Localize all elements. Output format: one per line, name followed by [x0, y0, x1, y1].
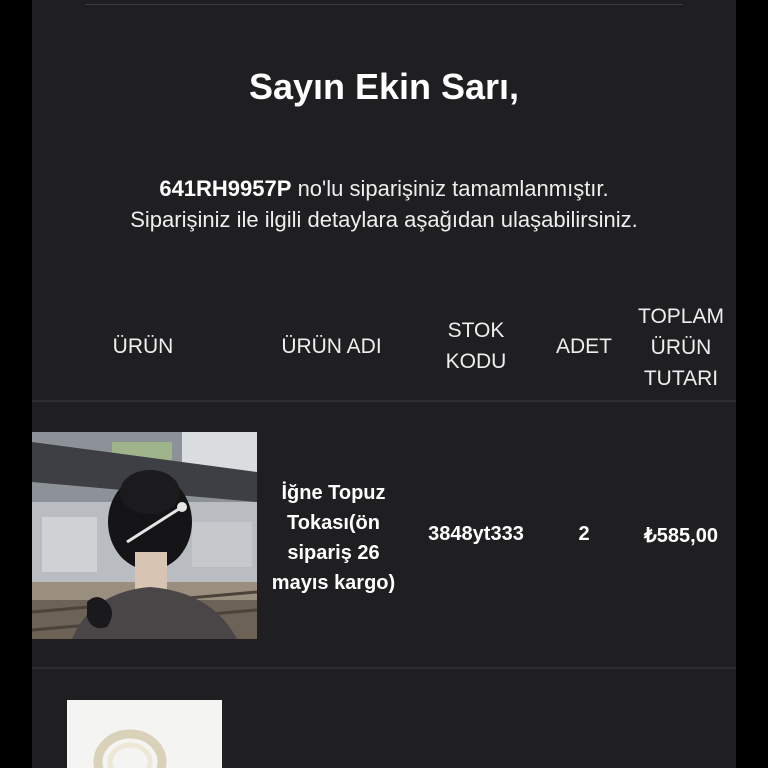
header-toplam-line-2: ÜRÜN — [650, 336, 712, 359]
order-message-line-2: Siparişiniz ile ilgili detaylara aşağıda… — [130, 207, 638, 232]
email-page: Sayın Ekin Sarı, 641RH9957P no'lu sipari… — [0, 0, 768, 768]
header-urun: ÜRÜN — [112, 335, 174, 358]
header-stok-kodu-line-1: STOK — [447, 319, 505, 342]
header-stok-kodu-line-2: KODU — [445, 350, 507, 373]
order-message-line-1: 641RH9957P no'lu siparişiniz tamamlanmış… — [32, 173, 736, 204]
row-divider — [32, 667, 736, 669]
product-quantity: 2 — [578, 523, 590, 545]
order-number: 641RH9957P — [159, 176, 292, 201]
header-divider — [32, 400, 736, 402]
product-total: ₺585,00 — [644, 525, 718, 547]
product-name-line-2: Tokası(ön — [287, 512, 380, 534]
header-stok-kodu: STOK KODU — [410, 315, 542, 377]
order-message-text: no'lu siparişiniz tamamlanmıştır. — [297, 176, 609, 201]
header-toplam-line-3: TUTARI — [643, 367, 719, 390]
order-message: 641RH9957P no'lu siparişiniz tamamlanmış… — [32, 173, 736, 235]
product-image[interactable] — [67, 700, 222, 768]
product-stock-code: 3848yt333 — [428, 523, 524, 545]
product-photo-graphic — [67, 700, 222, 768]
greeting-heading: Sayın Ekin Sarı, — [248, 66, 520, 107]
product-photo-graphic — [32, 432, 257, 639]
product-name-line-4: mayıs kargo) — [271, 572, 396, 594]
header-urun-adi: ÜRÜN ADI — [281, 335, 382, 358]
header-toplam-line-1: TOPLAM — [638, 305, 724, 328]
top-divider — [85, 4, 683, 5]
product-name-line-3: sipariş 26 — [287, 542, 380, 564]
product-name: İğne Topuz Tokası(ön sipariş 26 mayıs ka… — [257, 478, 410, 598]
product-image[interactable] — [32, 432, 257, 639]
header-adet: ADET — [555, 335, 612, 358]
header-toplam-urun-tutari: TOPLAM ÜRÜN TUTARI — [626, 301, 736, 394]
product-name-line-1: İğne Topuz — [281, 482, 386, 504]
email-body: Sayın Ekin Sarı, 641RH9957P no'lu sipari… — [32, 0, 736, 768]
